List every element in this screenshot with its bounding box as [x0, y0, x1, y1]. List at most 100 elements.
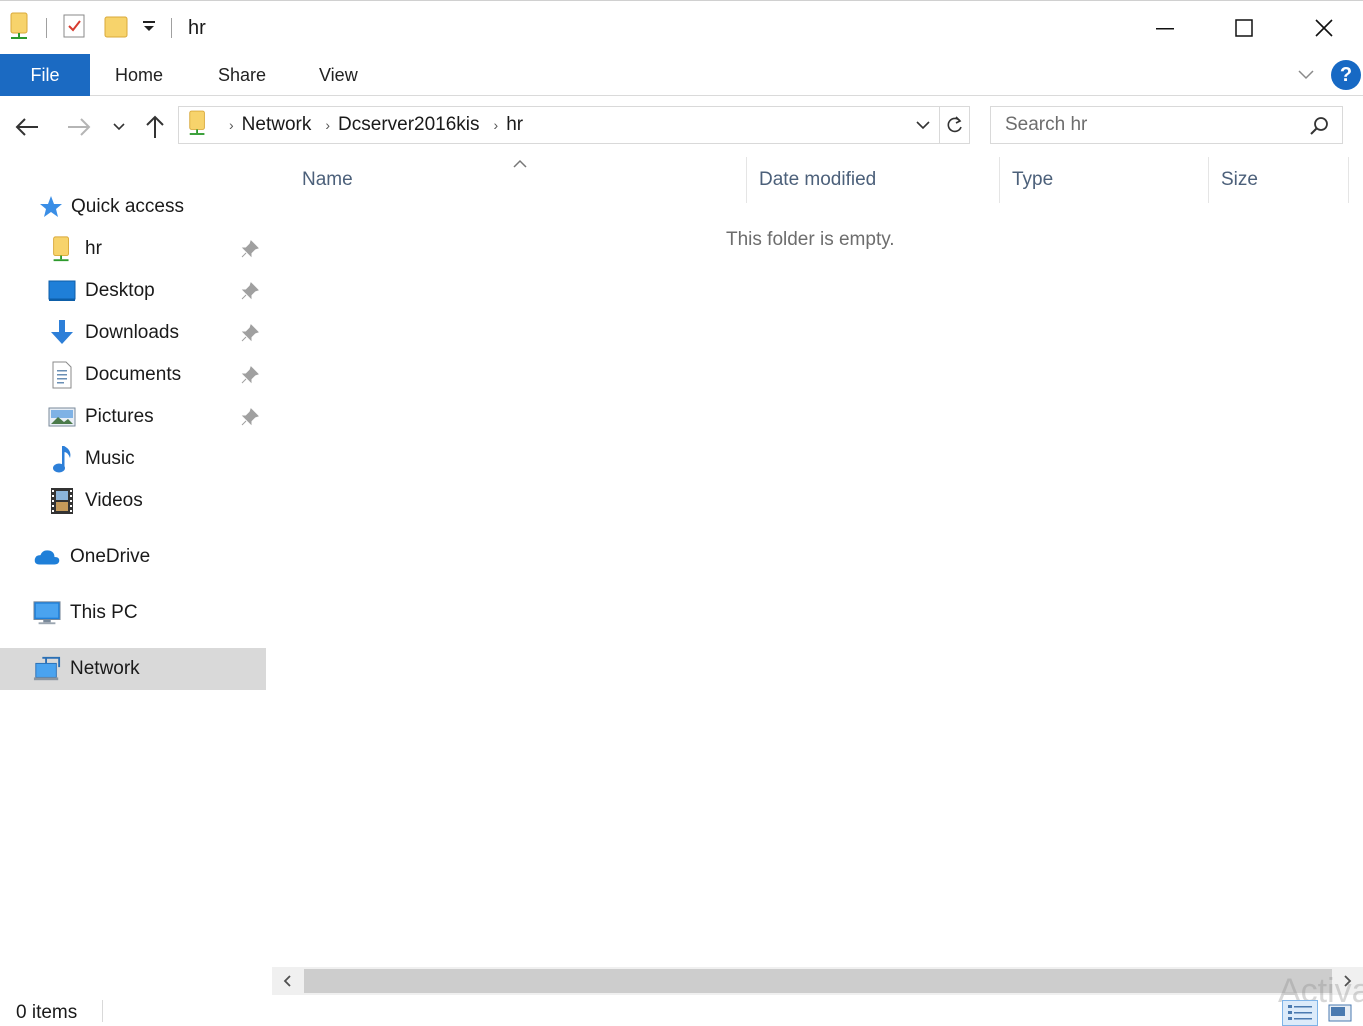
column-header-type[interactable]: Type [1012, 157, 1208, 203]
help-button[interactable]: ? [1331, 60, 1361, 90]
pictures-icon [48, 403, 76, 431]
refresh-icon [947, 116, 962, 133]
title-bar: hr [0, 0, 1363, 54]
sidebar-item-label: Pictures [85, 406, 154, 427]
videos-icon [48, 487, 76, 515]
address-bar[interactable]: › Network › Dcserver2016kis › hr [178, 106, 940, 144]
cloud-icon [33, 543, 61, 571]
ribbon-tabs: File Home Share View ? [0, 54, 1363, 96]
pin-icon [240, 323, 260, 349]
breadcrumb-separator[interactable]: › [494, 117, 499, 133]
sidebar-item-pictures[interactable]: Pictures [0, 396, 266, 438]
sidebar-item-this-pc[interactable]: This PC [0, 592, 266, 634]
sidebar-item-network[interactable]: Network [0, 648, 266, 690]
scroll-left-button[interactable] [272, 967, 302, 995]
breadcrumb-separator[interactable]: › [325, 117, 330, 133]
tab-share[interactable]: Share [218, 54, 266, 96]
column-header-date-modified[interactable]: Date modified [759, 157, 999, 203]
close-icon [1315, 19, 1333, 37]
maximize-icon [1235, 19, 1253, 37]
breadcrumb-network[interactable]: Network [242, 114, 312, 136]
properties-icon[interactable] [61, 12, 87, 45]
chevron-down-icon [916, 121, 930, 130]
arrow-right-icon [68, 118, 91, 136]
column-divider[interactable] [746, 157, 747, 203]
documents-icon [48, 361, 76, 389]
navigation-bar: › Network › Dcserver2016kis › hr Search … [0, 97, 1363, 157]
arrow-left-icon [15, 118, 38, 136]
column-divider[interactable] [1208, 157, 1209, 203]
window-title: hr [188, 16, 206, 39]
search-box[interactable]: Search hr [990, 106, 1343, 144]
network-icon [33, 655, 61, 683]
scrollbar-thumb[interactable] [304, 969, 1332, 993]
sidebar-item-quick-access[interactable]: Quick access [0, 186, 266, 228]
chevron-left-icon [283, 975, 291, 987]
sidebar-item-label: OneDrive [70, 546, 151, 567]
empty-folder-message: This folder is empty. [726, 229, 895, 250]
column-header-size[interactable]: Size [1221, 157, 1347, 203]
refresh-button[interactable] [940, 106, 970, 144]
breadcrumb-separator[interactable]: › [229, 117, 234, 133]
sidebar-item-label: Downloads [85, 322, 179, 343]
search-input[interactable]: Search hr [1005, 114, 1087, 136]
breadcrumb-hr[interactable]: hr [506, 114, 523, 136]
forward-button[interactable] [62, 109, 96, 145]
chevron-down-icon [1298, 70, 1314, 80]
network-folder-icon [48, 235, 76, 263]
help-icon: ? [1339, 63, 1353, 86]
new-folder-icon[interactable] [103, 12, 129, 45]
sidebar-item-label: Network [70, 658, 140, 679]
back-button[interactable] [10, 109, 44, 145]
sidebar-item-label: hr [85, 238, 102, 259]
large-icons-view-icon [1328, 1004, 1352, 1022]
tab-view[interactable]: View [319, 54, 358, 96]
sidebar-item-label: Quick access [71, 196, 184, 217]
sidebar-item-videos[interactable]: Videos [0, 480, 266, 522]
column-divider[interactable] [999, 157, 1000, 203]
address-history-button[interactable] [915, 118, 931, 137]
navigation-pane: Quick access hr Desktop Downloads Docume… [0, 157, 268, 992]
sidebar-item-documents[interactable]: Documents [0, 354, 266, 396]
breadcrumb-server[interactable]: Dcserver2016kis [338, 114, 480, 136]
quick-access-toolbar: hr [8, 11, 206, 45]
desktop-icon [48, 277, 76, 305]
network-folder-icon [187, 109, 209, 142]
column-divider[interactable] [1348, 157, 1349, 203]
horizontal-scrollbar[interactable] [272, 967, 1363, 995]
sidebar-item-downloads[interactable]: Downloads [0, 312, 266, 354]
music-icon [48, 445, 76, 473]
details-view-icon [1288, 1005, 1312, 1020]
column-header-name[interactable]: Name [302, 157, 742, 203]
sidebar-item-music[interactable]: Music [0, 438, 266, 480]
sidebar-item-onedrive[interactable]: OneDrive [0, 536, 266, 578]
minimize-button[interactable] [1125, 1, 1205, 55]
customize-toolbar-icon[interactable] [141, 18, 157, 39]
search-icon[interactable] [1308, 115, 1330, 143]
expand-ribbon-button[interactable] [1296, 66, 1316, 87]
up-button[interactable] [140, 109, 170, 145]
network-folder-icon[interactable] [8, 11, 32, 46]
toolbar-separator [171, 18, 172, 38]
tab-home[interactable]: Home [115, 54, 163, 96]
sidebar-item-label: Desktop [85, 280, 155, 301]
close-button[interactable] [1284, 1, 1363, 55]
sidebar-item-desktop[interactable]: Desktop [0, 270, 266, 312]
item-count: 0 items [16, 1002, 78, 1023]
toolbar-separator [46, 18, 47, 38]
status-bar: 0 items [0, 996, 1363, 1026]
status-divider [102, 1000, 103, 1022]
tab-file[interactable]: File [0, 54, 90, 96]
maximize-button[interactable] [1204, 1, 1284, 55]
pin-icon [240, 365, 260, 391]
details-view-button[interactable] [1282, 1000, 1318, 1026]
sidebar-item-hr[interactable]: hr [0, 228, 266, 270]
computer-icon [33, 599, 61, 627]
minimize-icon [1156, 28, 1174, 30]
large-icons-view-button[interactable] [1322, 1000, 1358, 1026]
arrow-up-icon [146, 115, 164, 138]
file-list[interactable]: Name Date modified Type Size This folder… [270, 157, 1363, 967]
sidebar-item-label: Documents [85, 364, 182, 385]
recent-locations-button[interactable] [108, 109, 130, 145]
download-icon [48, 319, 76, 347]
